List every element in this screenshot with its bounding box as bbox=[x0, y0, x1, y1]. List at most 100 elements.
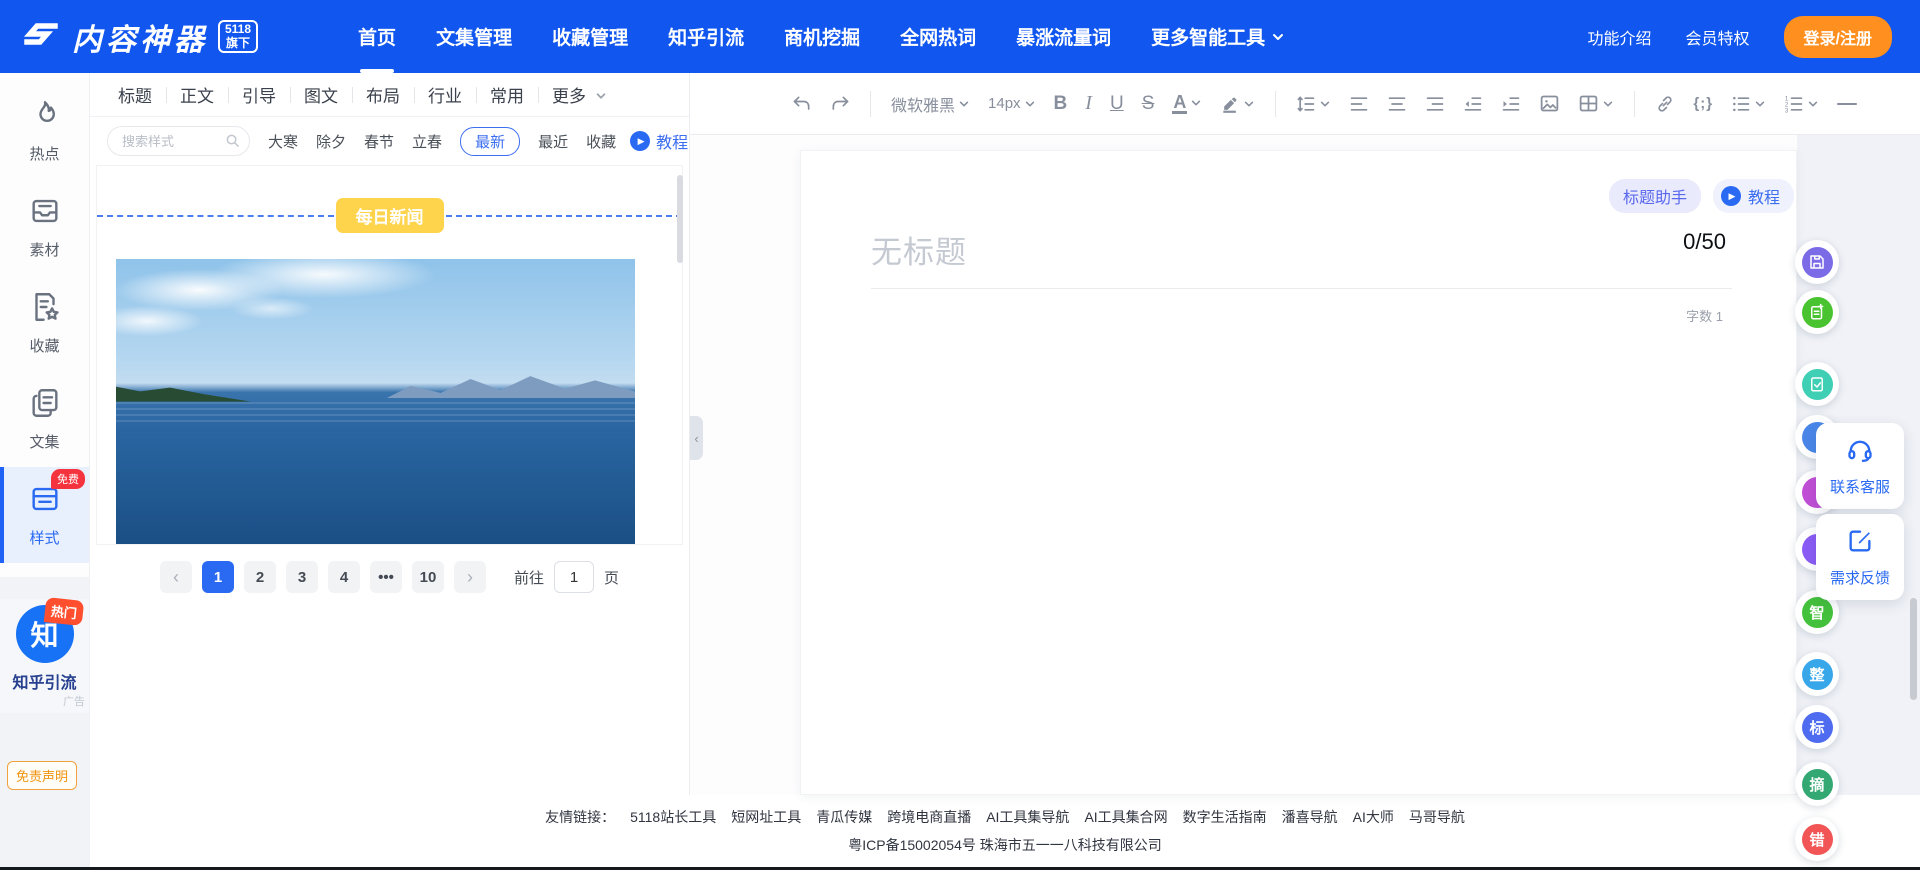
tab-common[interactable]: 常用 bbox=[476, 82, 538, 107]
bold-button[interactable]: B bbox=[1048, 87, 1074, 121]
editor-scrollbar-thumb[interactable] bbox=[1910, 598, 1917, 700]
format-tool-button[interactable]: 整 bbox=[1795, 652, 1839, 696]
highlight-button[interactable] bbox=[1214, 88, 1261, 120]
tab-image-text[interactable]: 图文 bbox=[290, 82, 352, 107]
chip-newest[interactable]: 最新 bbox=[460, 126, 521, 156]
tab-industry[interactable]: 行业 bbox=[414, 82, 476, 107]
font-size-select[interactable]: 14px bbox=[982, 89, 1042, 118]
footer-link[interactable]: 青瓜传媒 bbox=[816, 807, 872, 827]
align-right-button[interactable] bbox=[1419, 88, 1451, 120]
footer-link[interactable]: 5118站长工具 bbox=[630, 807, 716, 827]
panel-collapse-handle[interactable]: ‹ bbox=[690, 416, 703, 460]
error-check-button[interactable]: 错 bbox=[1795, 817, 1839, 861]
features-link[interactable]: 功能介绍 bbox=[1588, 25, 1652, 49]
sidebar-item-hotspots[interactable]: 热点 bbox=[0, 83, 89, 179]
chip-favorites[interactable]: 收藏 bbox=[586, 131, 616, 152]
nav-item-business[interactable]: 商机挖掘 bbox=[784, 0, 860, 73]
page-button-10[interactable]: 10 bbox=[411, 561, 444, 593]
zhihu-traffic-ad[interactable]: 知 热门 知乎引流 广告 bbox=[0, 597, 89, 713]
prev-page-button[interactable]: ‹ bbox=[159, 561, 192, 593]
undo-button[interactable] bbox=[786, 88, 818, 120]
numbered-list-button[interactable]: 123 bbox=[1778, 88, 1825, 120]
sidebar-item-favorites[interactable]: 收藏 bbox=[0, 275, 89, 371]
footer-link[interactable]: 跨境电商直播 bbox=[887, 807, 971, 827]
tab-layout[interactable]: 布局 bbox=[352, 82, 414, 107]
footer-link[interactable]: AI工具集合网 bbox=[1084, 807, 1167, 827]
page-button-4[interactable]: 4 bbox=[327, 561, 360, 593]
tab-more[interactable]: 更多 bbox=[538, 82, 621, 107]
title-input-placeholder[interactable]: 无标题 bbox=[871, 227, 967, 272]
footer-link[interactable]: 潘喜导航 bbox=[1282, 807, 1338, 827]
outdent-button[interactable] bbox=[1457, 88, 1489, 120]
disclaimer-button[interactable]: 免责声明 bbox=[7, 761, 78, 790]
page-button-1[interactable]: 1 bbox=[201, 561, 234, 593]
doc-star-icon bbox=[28, 290, 62, 329]
sidebar-item-materials[interactable]: 素材 bbox=[0, 179, 89, 275]
chip-recent[interactable]: 最近 bbox=[538, 131, 568, 152]
footer-link[interactable]: AI大师 bbox=[1353, 807, 1394, 827]
horizontal-rule-button[interactable] bbox=[1831, 97, 1863, 111]
nav-item-collections[interactable]: 文集管理 bbox=[436, 0, 512, 73]
contact-support-card[interactable]: 联系客服 bbox=[1816, 423, 1904, 509]
feedback-card[interactable]: 需求反馈 bbox=[1816, 514, 1904, 600]
redo-button[interactable] bbox=[824, 88, 856, 120]
underline-button[interactable]: U bbox=[1104, 87, 1130, 121]
page-unit-label: 页 bbox=[604, 569, 620, 587]
chip-dahan[interactable]: 大寒 bbox=[268, 131, 298, 152]
page-ellipsis[interactable]: ••• bbox=[369, 561, 402, 593]
chip-chunjie[interactable]: 春节 bbox=[364, 131, 394, 152]
insert-image-button[interactable] bbox=[1533, 87, 1566, 120]
tab-body[interactable]: 正文 bbox=[166, 82, 228, 107]
panel-scrollbar-thumb[interactable] bbox=[677, 175, 683, 263]
code-button[interactable]: {;} bbox=[1687, 89, 1719, 118]
line-height-button[interactable] bbox=[1290, 88, 1337, 120]
align-left-button[interactable] bbox=[1343, 88, 1375, 120]
sidebar-item-styles[interactable]: 免费 样式 bbox=[0, 467, 89, 563]
nav-item-zhihu[interactable]: 知乎引流 bbox=[668, 0, 744, 73]
sidebar-item-collections[interactable]: 文集 bbox=[0, 371, 89, 467]
editor-toolbar: 微软雅黑 14px B I U S A {;} 1 2 3 bbox=[690, 73, 1920, 135]
logo[interactable]: 内容神器 5118 旗下 bbox=[20, 15, 259, 59]
font-family-select[interactable]: 微软雅黑 bbox=[885, 86, 976, 122]
save-button[interactable] bbox=[1795, 240, 1839, 284]
footer-link[interactable]: 短网址工具 bbox=[731, 807, 801, 827]
tab-title[interactable]: 标题 bbox=[104, 82, 166, 107]
nav-item-favorites[interactable]: 收藏管理 bbox=[552, 0, 628, 73]
insert-link-button[interactable] bbox=[1649, 88, 1681, 120]
bullet-list-button[interactable] bbox=[1725, 88, 1772, 120]
editor-tutorial-button[interactable]: ▶ 教程 bbox=[1712, 179, 1794, 213]
italic-button[interactable]: I bbox=[1079, 86, 1098, 121]
styles-panel: 标题 正文 引导 图文 布局 行业 常用 更多 搜索样式 大寒 除夕 春节 立春… bbox=[90, 73, 690, 795]
membership-link[interactable]: 会员特权 bbox=[1686, 25, 1750, 49]
next-page-button[interactable]: › bbox=[453, 561, 486, 593]
title-tool-button[interactable]: 标 bbox=[1795, 705, 1839, 749]
font-color-button[interactable]: A bbox=[1166, 87, 1208, 121]
new-document-button[interactable] bbox=[1795, 290, 1839, 334]
indent-button[interactable] bbox=[1495, 88, 1527, 120]
goto-page-input[interactable] bbox=[554, 561, 594, 593]
nav-item-more-tools[interactable]: 更多智能工具 bbox=[1151, 0, 1285, 73]
summary-tool-button[interactable]: 摘 bbox=[1795, 762, 1839, 806]
page-button-2[interactable]: 2 bbox=[243, 561, 276, 593]
nav-item-home[interactable]: 首页 bbox=[358, 0, 396, 73]
page-button-3[interactable]: 3 bbox=[285, 561, 318, 593]
chip-chuxi[interactable]: 除夕 bbox=[316, 131, 346, 152]
edit-document-button[interactable] bbox=[1795, 362, 1839, 406]
footer-link[interactable]: AI工具集导航 bbox=[986, 807, 1069, 827]
logo-badge: 5118 旗下 bbox=[218, 19, 259, 54]
title-helper-button[interactable]: 标题助手 bbox=[1608, 179, 1701, 213]
chip-lichun[interactable]: 立春 bbox=[412, 131, 442, 152]
panel-tutorial-link[interactable]: ▶ 教程 bbox=[630, 129, 688, 153]
align-center-button[interactable] bbox=[1381, 88, 1413, 120]
tab-guide[interactable]: 引导 bbox=[228, 82, 290, 107]
footer-link[interactable]: 数字生活指南 bbox=[1183, 807, 1267, 827]
nav-item-hotwords[interactable]: 全网热词 bbox=[900, 0, 976, 73]
style-preview-card[interactable]: 每日新闻 bbox=[96, 165, 683, 545]
footer: 友情链接： 5118站长工具 短网址工具 青瓜传媒 跨境电商直播 AI工具集导航… bbox=[90, 795, 1920, 867]
insert-table-button[interactable] bbox=[1572, 87, 1620, 120]
document-canvas[interactable]: 标题助手 ▶ 教程 无标题 0/50 字数 1 bbox=[800, 150, 1797, 795]
strikethrough-button[interactable]: S bbox=[1136, 87, 1161, 121]
footer-link[interactable]: 马哥导航 bbox=[1409, 807, 1465, 827]
login-register-button[interactable]: 登录/注册 bbox=[1783, 15, 1892, 58]
nav-item-trending[interactable]: 暴涨流量词 bbox=[1016, 0, 1111, 73]
